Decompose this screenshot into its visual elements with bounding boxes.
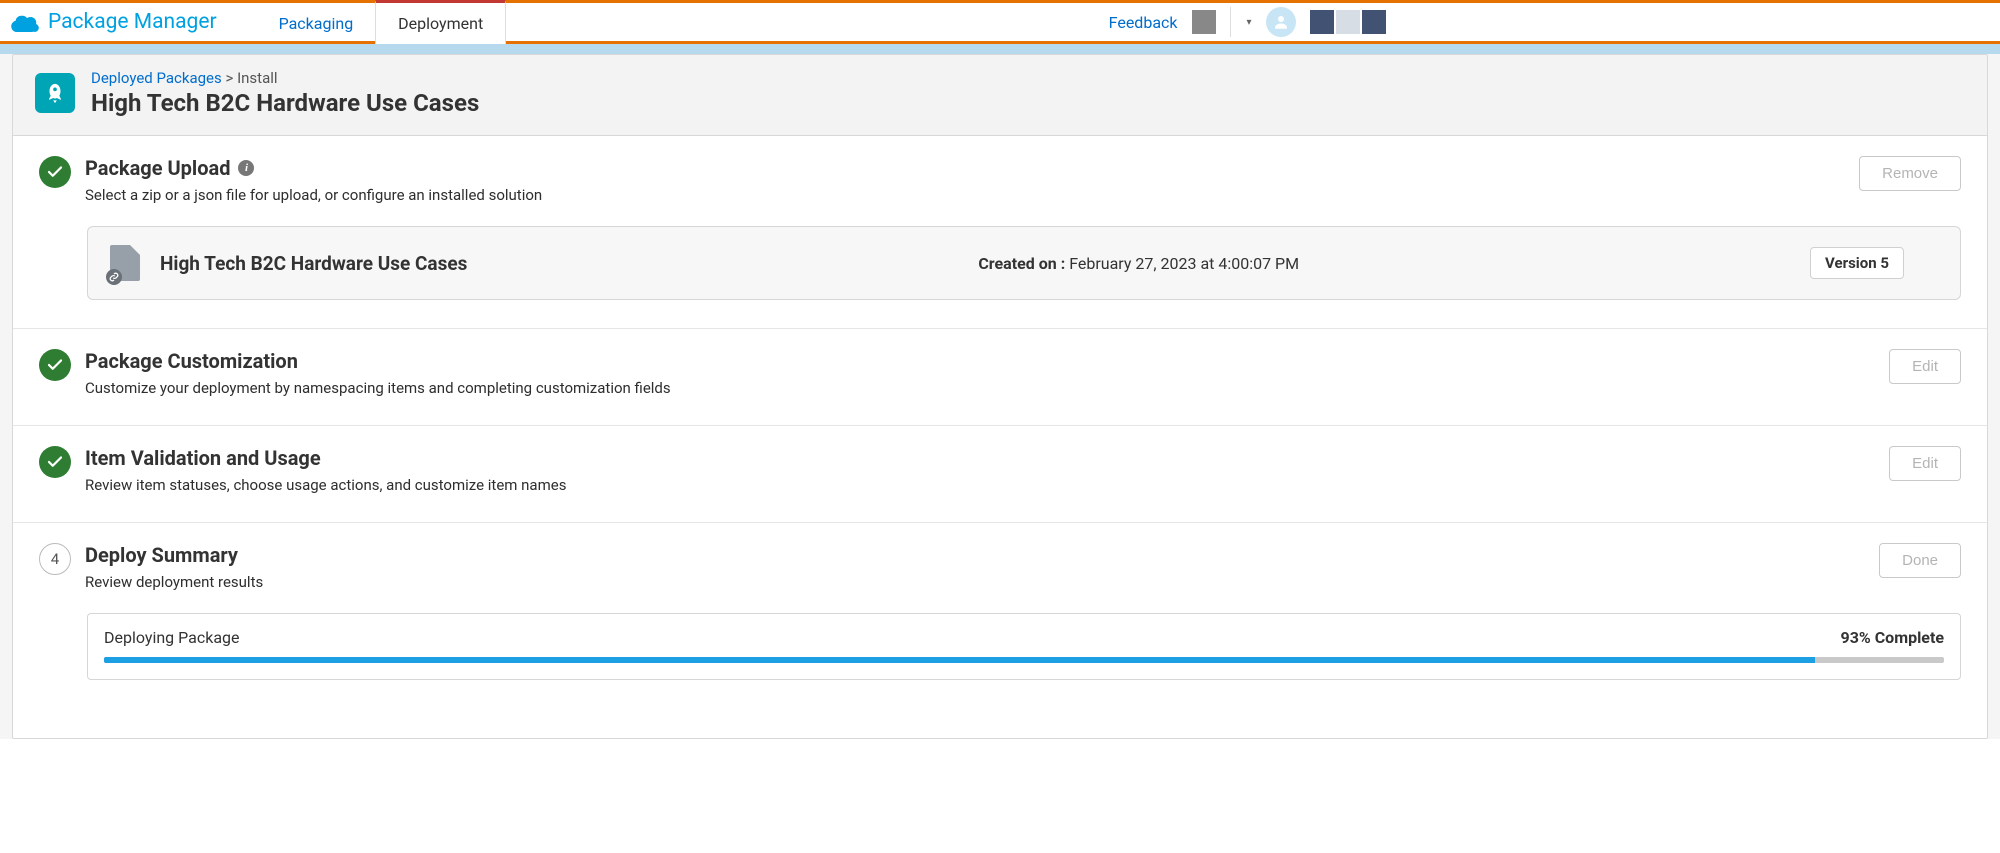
package-heading-block: Deployed Packages > Install High Tech B2…: [91, 69, 479, 117]
app-title: Package Manager: [48, 10, 217, 34]
deploy-progress-card: Deploying Package 93% Complete: [87, 613, 1961, 680]
step-package-customization: Package Customization Customize your dep…: [13, 329, 1987, 426]
step-status-done-icon: [39, 446, 71, 478]
step-item-validation: Item Validation and Usage Review item st…: [13, 426, 1987, 523]
breadcrumb: Deployed Packages > Install: [91, 69, 479, 87]
avatar[interactable]: [1266, 7, 1296, 37]
tab-deployment[interactable]: Deployment: [375, 0, 506, 44]
file-created-on: Created on : February 27, 2023 at 4:00:0…: [978, 254, 1299, 273]
uploaded-file-card: High Tech B2C Hardware Use Cases Created…: [87, 226, 1961, 300]
feedback-link[interactable]: Feedback: [1109, 13, 1178, 32]
package-header: Deployed Packages > Install High Tech B2…: [13, 55, 1987, 136]
step-desc: Select a zip or a json file for upload, …: [85, 186, 542, 204]
crumb-leaf: Install: [237, 69, 277, 87]
tab-packaging[interactable]: Packaging: [257, 0, 376, 44]
progress-fill: [104, 657, 1815, 663]
done-button[interactable]: Done: [1879, 543, 1961, 578]
edit-button[interactable]: Edit: [1889, 349, 1961, 384]
page-title: High Tech B2C Hardware Use Cases: [91, 89, 479, 117]
link-badge-icon: [106, 269, 122, 285]
rocket-icon: [35, 73, 75, 113]
app-logo-wrap: Package Manager: [10, 10, 217, 34]
step-title: Deploy Summary: [85, 543, 238, 567]
page-outer: Deployed Packages > Install High Tech B2…: [0, 54, 2000, 739]
step-deploy-summary: 4 Deploy Summary Review deployment resul…: [13, 523, 1987, 708]
step-number-badge: 4: [39, 543, 71, 575]
step-desc: Review deployment results: [85, 573, 263, 591]
steps-container: Package Upload i Select a zip or a json …: [13, 136, 1987, 738]
chevron-down-icon: ▾: [1247, 17, 1252, 28]
user-menu[interactable]: ▾: [1230, 7, 1252, 37]
remove-button[interactable]: Remove: [1859, 156, 1961, 191]
progress-bar: [104, 657, 1944, 663]
step-desc: Review item statuses, choose usage actio…: [85, 476, 566, 494]
file-icon: [110, 245, 140, 281]
step-status-done-icon: [39, 156, 71, 188]
step-desc: Customize your deployment by namespacing…: [85, 379, 671, 397]
topbar-left: Package Manager Packaging Deployment: [10, 3, 506, 41]
crumb-root-link[interactable]: Deployed Packages: [91, 69, 222, 87]
info-icon[interactable]: i: [238, 160, 254, 176]
header-icon-1[interactable]: [1192, 10, 1216, 34]
step-status-done-icon: [39, 349, 71, 381]
page-frame: Deployed Packages > Install High Tech B2…: [12, 54, 1988, 739]
step-title: Package Upload: [85, 156, 230, 180]
topbar: Package Manager Packaging Deployment Fee…: [0, 0, 2000, 44]
app-switcher[interactable]: [1310, 10, 1386, 34]
version-badge: Version 5: [1810, 247, 1904, 279]
step-title: Item Validation and Usage: [85, 446, 321, 470]
deploy-percent-text: 93% Complete: [1841, 628, 1944, 647]
file-name: High Tech B2C Hardware Use Cases: [160, 252, 467, 275]
topbar-right: Feedback ▾: [1109, 7, 1386, 37]
nav-tabs: Packaging Deployment: [257, 3, 507, 41]
edit-button[interactable]: Edit: [1889, 446, 1961, 481]
deploy-status-label: Deploying Package: [104, 628, 239, 647]
blue-strip: [0, 44, 2000, 54]
step-package-upload: Package Upload i Select a zip or a json …: [13, 136, 1987, 329]
step-title: Package Customization: [85, 349, 298, 373]
salesforce-cloud-icon: [10, 12, 40, 32]
